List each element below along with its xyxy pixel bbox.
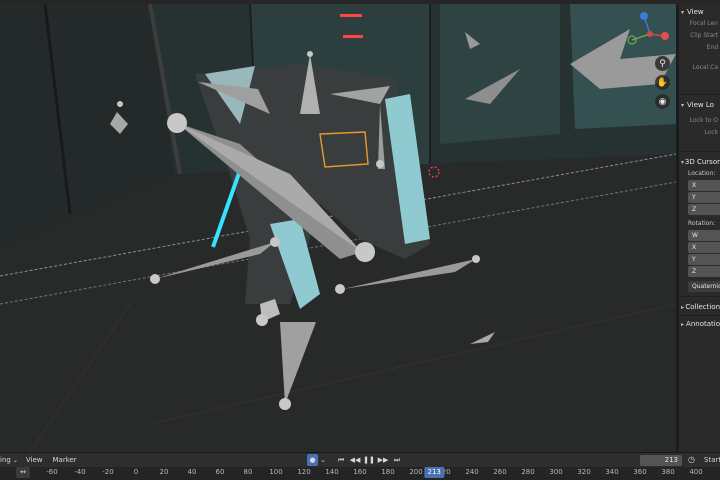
divider <box>679 296 720 297</box>
ruler-tick-label: 340 <box>605 468 619 476</box>
ruler-tick-label: 120 <box>297 468 311 476</box>
chevron-down-icon[interactable]: ⌄ <box>318 454 328 466</box>
ruler-tick-label: 100 <box>269 468 283 476</box>
ruler-tick-label: 80 <box>243 468 253 476</box>
ruler-tick-label: 380 <box>661 468 675 476</box>
prev-keyframe-icon[interactable]: ◀◀ <box>348 454 362 466</box>
rotation-label: Rotation: <box>688 220 716 227</box>
ruler-tick-label: 140 <box>325 468 339 476</box>
cursor-location-z[interactable]: Z <box>688 204 720 215</box>
camera-icon[interactable]: ◉ <box>655 94 670 109</box>
door-panel <box>440 4 560 144</box>
cursor-rotation-y[interactable]: Y <box>688 254 720 265</box>
ruler-tick-label: 360 <box>633 468 647 476</box>
chevron-down-icon[interactable]: ⌄ <box>13 457 18 464</box>
bone-joint[interactable] <box>117 101 123 107</box>
cursor-rotation-z[interactable]: Z <box>688 266 720 277</box>
ruler-tick-label: -20 <box>102 468 114 476</box>
ruler-tick-label: 180 <box>381 468 395 476</box>
clip-end-label: End <box>706 44 718 51</box>
pause-icon[interactable]: ❚❚ <box>362 454 376 466</box>
ruler-tick-label: 240 <box>465 468 479 476</box>
bone-joint[interactable] <box>256 314 268 326</box>
lock-to-object-label: Lock to O <box>689 117 718 124</box>
sidebar-n-panel[interactable]: ▾ View Focal Len Clip Start End Local Ca… <box>676 4 720 452</box>
ruler-tick-label: -60 <box>46 468 58 476</box>
ruler-tick-label: 60 <box>215 468 225 476</box>
clip-start-label: Clip Start <box>690 32 718 39</box>
collections-header[interactable]: ▸ Collection <box>679 301 720 313</box>
viewport-scene[interactable] <box>0 4 676 452</box>
bone-joint[interactable] <box>150 274 160 284</box>
keyframe-record-icon[interactable]: ● <box>307 454 318 466</box>
ruler-tick-label: -40 <box>74 468 86 476</box>
timeline-header: ing ⌄ View Marker ● ⌄ ⏮ ◀◀ ❚❚ ▶▶ ⏭ 213 ◷… <box>0 452 720 467</box>
start-frame-label[interactable]: Start <box>704 456 720 464</box>
zoom-icon[interactable]: ⚲ <box>655 56 670 71</box>
cursor-location-x[interactable]: X <box>688 180 720 191</box>
view-lock-header[interactable]: ▾ View Lo <box>679 99 720 111</box>
ruler-tick-label: 260 <box>493 468 507 476</box>
gizmo-center-icon <box>647 31 653 37</box>
bone-joint[interactable] <box>335 284 345 294</box>
marker-menu[interactable]: Marker <box>52 456 76 464</box>
view-panel-header[interactable]: ▾ View <box>679 6 720 18</box>
bone-joint[interactable] <box>167 113 187 133</box>
jump-start-icon[interactable]: ⏮ <box>334 454 348 466</box>
ruler-tick-label: 320 <box>577 468 591 476</box>
bone-joint[interactable] <box>355 242 375 262</box>
mode-selector[interactable]: ing <box>0 456 11 464</box>
current-frame-indicator[interactable]: 213 <box>424 467 444 478</box>
location-label: Location: <box>688 170 716 177</box>
cursor-rotation-x[interactable]: X <box>688 242 720 253</box>
clock-icon[interactable]: ◷ <box>688 455 695 464</box>
cursor-location-y[interactable]: Y <box>688 192 720 203</box>
jump-end-icon[interactable]: ⏭ <box>390 454 404 466</box>
gizmo-z-icon <box>640 12 648 20</box>
neon-light <box>343 35 363 38</box>
ruler-tick-label: 300 <box>549 468 563 476</box>
bone-joint[interactable] <box>376 160 384 168</box>
sync-range-icon[interactable]: ↔ <box>16 467 30 478</box>
ruler-tick-label: 160 <box>353 468 367 476</box>
ruler-tick-label: 280 <box>521 468 535 476</box>
cursor-rotation-w[interactable]: W <box>688 230 720 241</box>
ruler-tick-label: 40 <box>187 468 197 476</box>
rotation-mode-dropdown[interactable]: Quaternion <box>688 281 720 292</box>
next-keyframe-icon[interactable]: ▶▶ <box>376 454 390 466</box>
divider <box>679 94 720 95</box>
3d-viewport[interactable]: ⚲ ✋ ◉ <box>0 4 676 452</box>
bone-joint[interactable] <box>279 398 291 410</box>
playback-controls: ● ⌄ ⏮ ◀◀ ❚❚ ▶▶ ⏭ <box>307 454 404 466</box>
view-menu[interactable]: View <box>26 456 43 464</box>
ruler-tick-label: 200 <box>409 468 423 476</box>
ruler-tick-label: 20 <box>159 468 169 476</box>
lock-label: Lock <box>704 129 718 136</box>
annotations-header[interactable]: ▸ Annotatio <box>679 318 720 330</box>
ruler-tick-label: 0 <box>133 468 139 476</box>
focal-length-label: Focal Len <box>689 20 718 27</box>
neon-light <box>340 14 362 17</box>
local-camera-label: Local Ca <box>692 64 718 71</box>
3d-cursor-header[interactable]: ▾ 3D Cursor <box>679 156 720 168</box>
divider <box>679 315 720 316</box>
bone-joint[interactable] <box>307 51 313 57</box>
current-frame-field[interactable]: 213 <box>640 455 682 466</box>
timeline-ruler[interactable]: ↔ -60 -40 -20 0 20 40 60 80 100 120 140 160 180 200 22… <box>0 467 720 480</box>
hand-icon[interactable]: ✋ <box>655 75 670 90</box>
divider <box>679 151 720 152</box>
bone-joint[interactable] <box>472 255 480 263</box>
ruler-tick-label: 400 <box>689 468 703 476</box>
bone-joint[interactable] <box>270 237 280 247</box>
gizmo-x-icon <box>661 32 669 40</box>
